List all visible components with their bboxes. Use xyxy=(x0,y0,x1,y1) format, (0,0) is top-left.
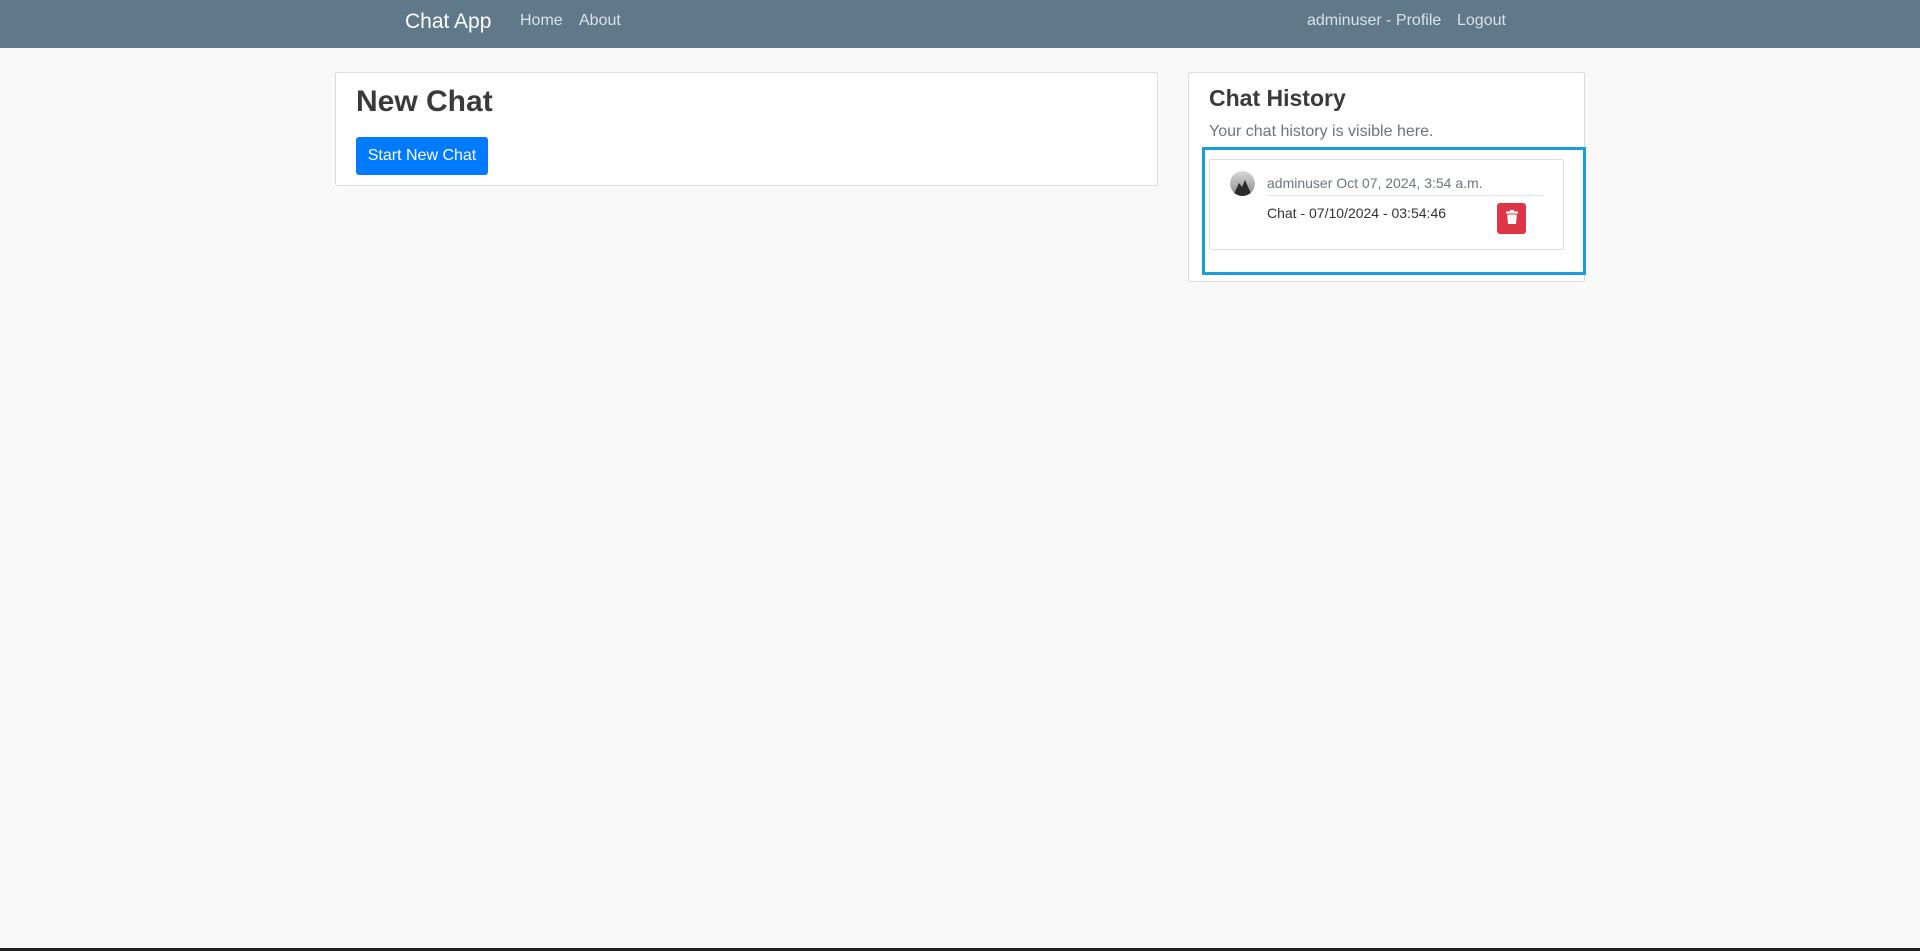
new-chat-title: New Chat xyxy=(356,85,493,118)
nav-about-link[interactable]: About xyxy=(579,12,621,30)
start-new-chat-button[interactable]: Start New Chat xyxy=(356,137,488,175)
nav-logout-link[interactable]: Logout xyxy=(1457,12,1506,30)
chat-history-subtitle: Your chat history is visible here. xyxy=(1209,123,1434,140)
chat-history-title: Chat History xyxy=(1209,85,1346,111)
nav-profile-link[interactable]: adminuser - Profile xyxy=(1307,12,1441,30)
selection-highlight xyxy=(1202,147,1586,275)
brand-link[interactable]: Chat App xyxy=(405,10,491,34)
new-chat-card: New Chat Start New Chat xyxy=(335,72,1158,186)
chat-history-card: Chat History Your chat history is visibl… xyxy=(1188,72,1586,282)
navbar: Chat App Home About adminuser - Profile … xyxy=(0,0,1920,48)
nav-home-link[interactable]: Home xyxy=(520,12,563,30)
